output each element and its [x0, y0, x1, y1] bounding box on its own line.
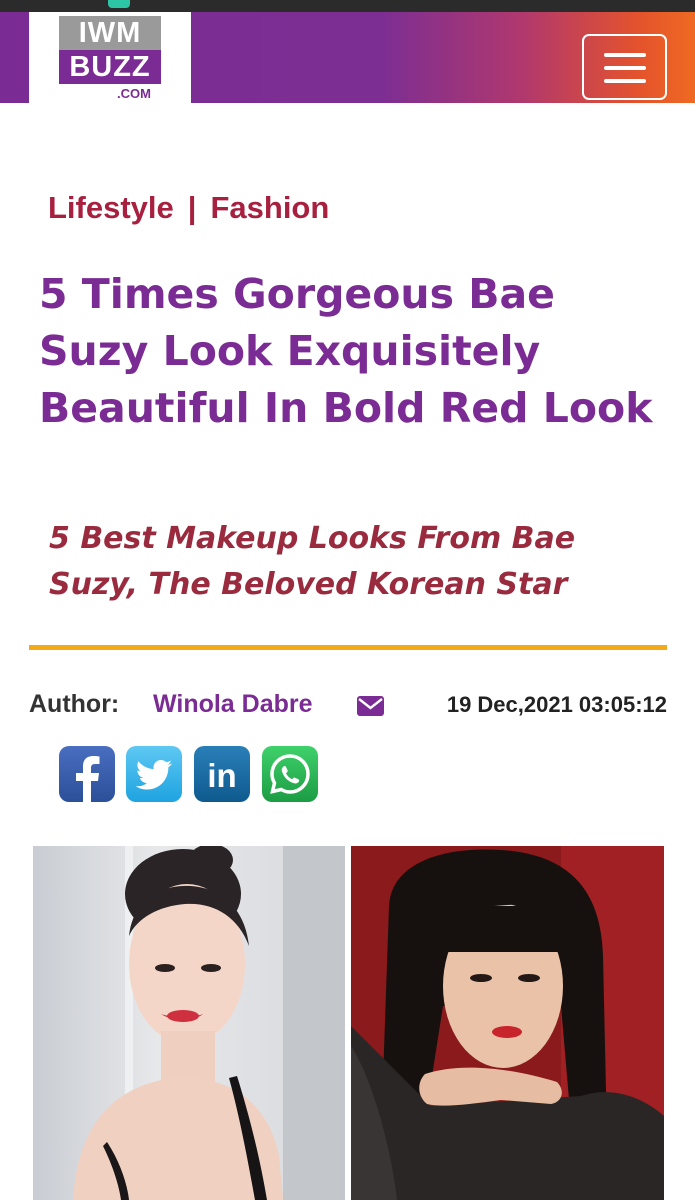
author-label: Author:: [29, 690, 120, 718]
category-separator: |: [187, 190, 197, 225]
author-name-link[interactable]: Winola Dabre: [153, 690, 313, 719]
logo-buzz: BUZZ: [59, 50, 161, 84]
article-image-left: [33, 846, 345, 1200]
facebook-share-button[interactable]: [59, 746, 115, 802]
logo-domain: .COM: [117, 86, 151, 101]
category-link-lifestyle[interactable]: Lifestyle: [48, 190, 174, 225]
site-logo[interactable]: IWM BUZZ .COM: [29, 12, 191, 103]
menu-button[interactable]: [582, 34, 667, 100]
article-subtitle: 5 Best Makeup Looks From Bae Suzy, The B…: [49, 521, 576, 602]
article-meta: Author: Winola Dabre 19 Dec,2021 03:05:1…: [29, 690, 667, 724]
article-title: 5 Times Gorgeous Bae Suzy Look Exquisite…: [39, 270, 653, 432]
mail-icon[interactable]: [357, 696, 384, 716]
svg-text:in: in: [207, 757, 236, 794]
whatsapp-icon: [270, 754, 310, 794]
category-link-fashion[interactable]: Fashion: [210, 190, 329, 225]
linkedin-icon: in: [207, 757, 236, 794]
breadcrumb: Lifestyle | Fashion: [48, 190, 329, 230]
divider: [29, 645, 667, 650]
whatsapp-share-button[interactable]: [262, 746, 318, 802]
article-image-right: [351, 846, 664, 1200]
system-status-bar: [0, 0, 695, 12]
hamburger-menu-icon: [604, 53, 646, 57]
portrait-photo-right: [351, 846, 664, 1200]
logo-iwm: IWM: [59, 16, 161, 50]
notification-icon: [108, 0, 130, 8]
facebook-icon: [76, 756, 100, 802]
linkedin-share-button[interactable]: in: [194, 746, 250, 802]
publish-date: 19 Dec,2021 03:05:12: [446, 692, 667, 717]
portrait-photo-left: [73, 846, 345, 1200]
twitter-share-button[interactable]: [126, 746, 182, 802]
twitter-icon: [135, 760, 172, 790]
